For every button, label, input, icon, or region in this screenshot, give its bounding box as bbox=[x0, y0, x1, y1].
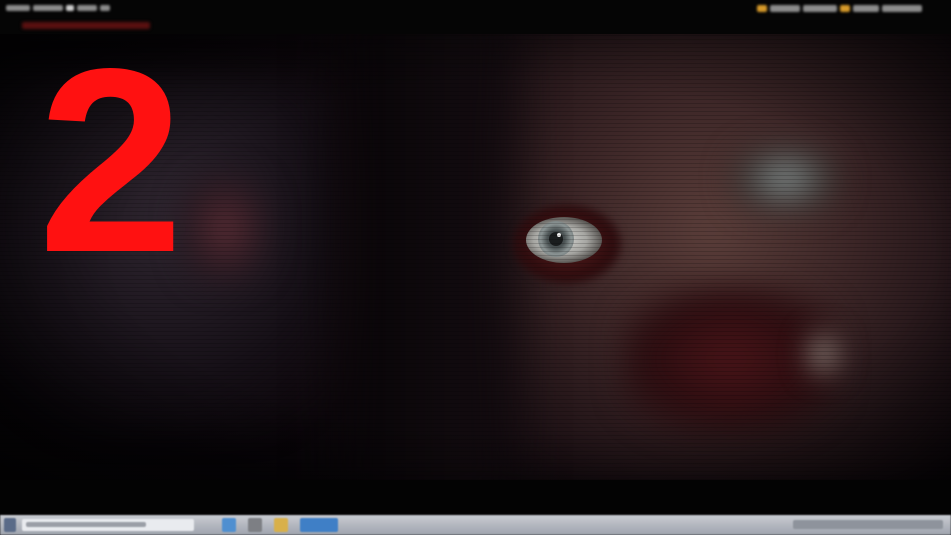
hud-right-readout bbox=[757, 3, 937, 13]
system-tray[interactable] bbox=[793, 520, 943, 529]
app-icon[interactable] bbox=[300, 518, 338, 532]
hud-left-readout bbox=[6, 3, 112, 13]
search-icon bbox=[26, 522, 146, 527]
app-icon[interactable] bbox=[248, 518, 262, 532]
game-screen: 2 bbox=[0, 0, 951, 535]
app-icon[interactable] bbox=[274, 518, 288, 532]
taskbar bbox=[0, 515, 951, 535]
app-icon[interactable] bbox=[222, 518, 236, 532]
taskbar-search-box[interactable] bbox=[22, 519, 194, 531]
windows-start-icon[interactable] bbox=[4, 518, 16, 532]
bottom-letterbox-bar bbox=[0, 480, 951, 515]
overlay-number: 2 bbox=[38, 14, 184, 307]
